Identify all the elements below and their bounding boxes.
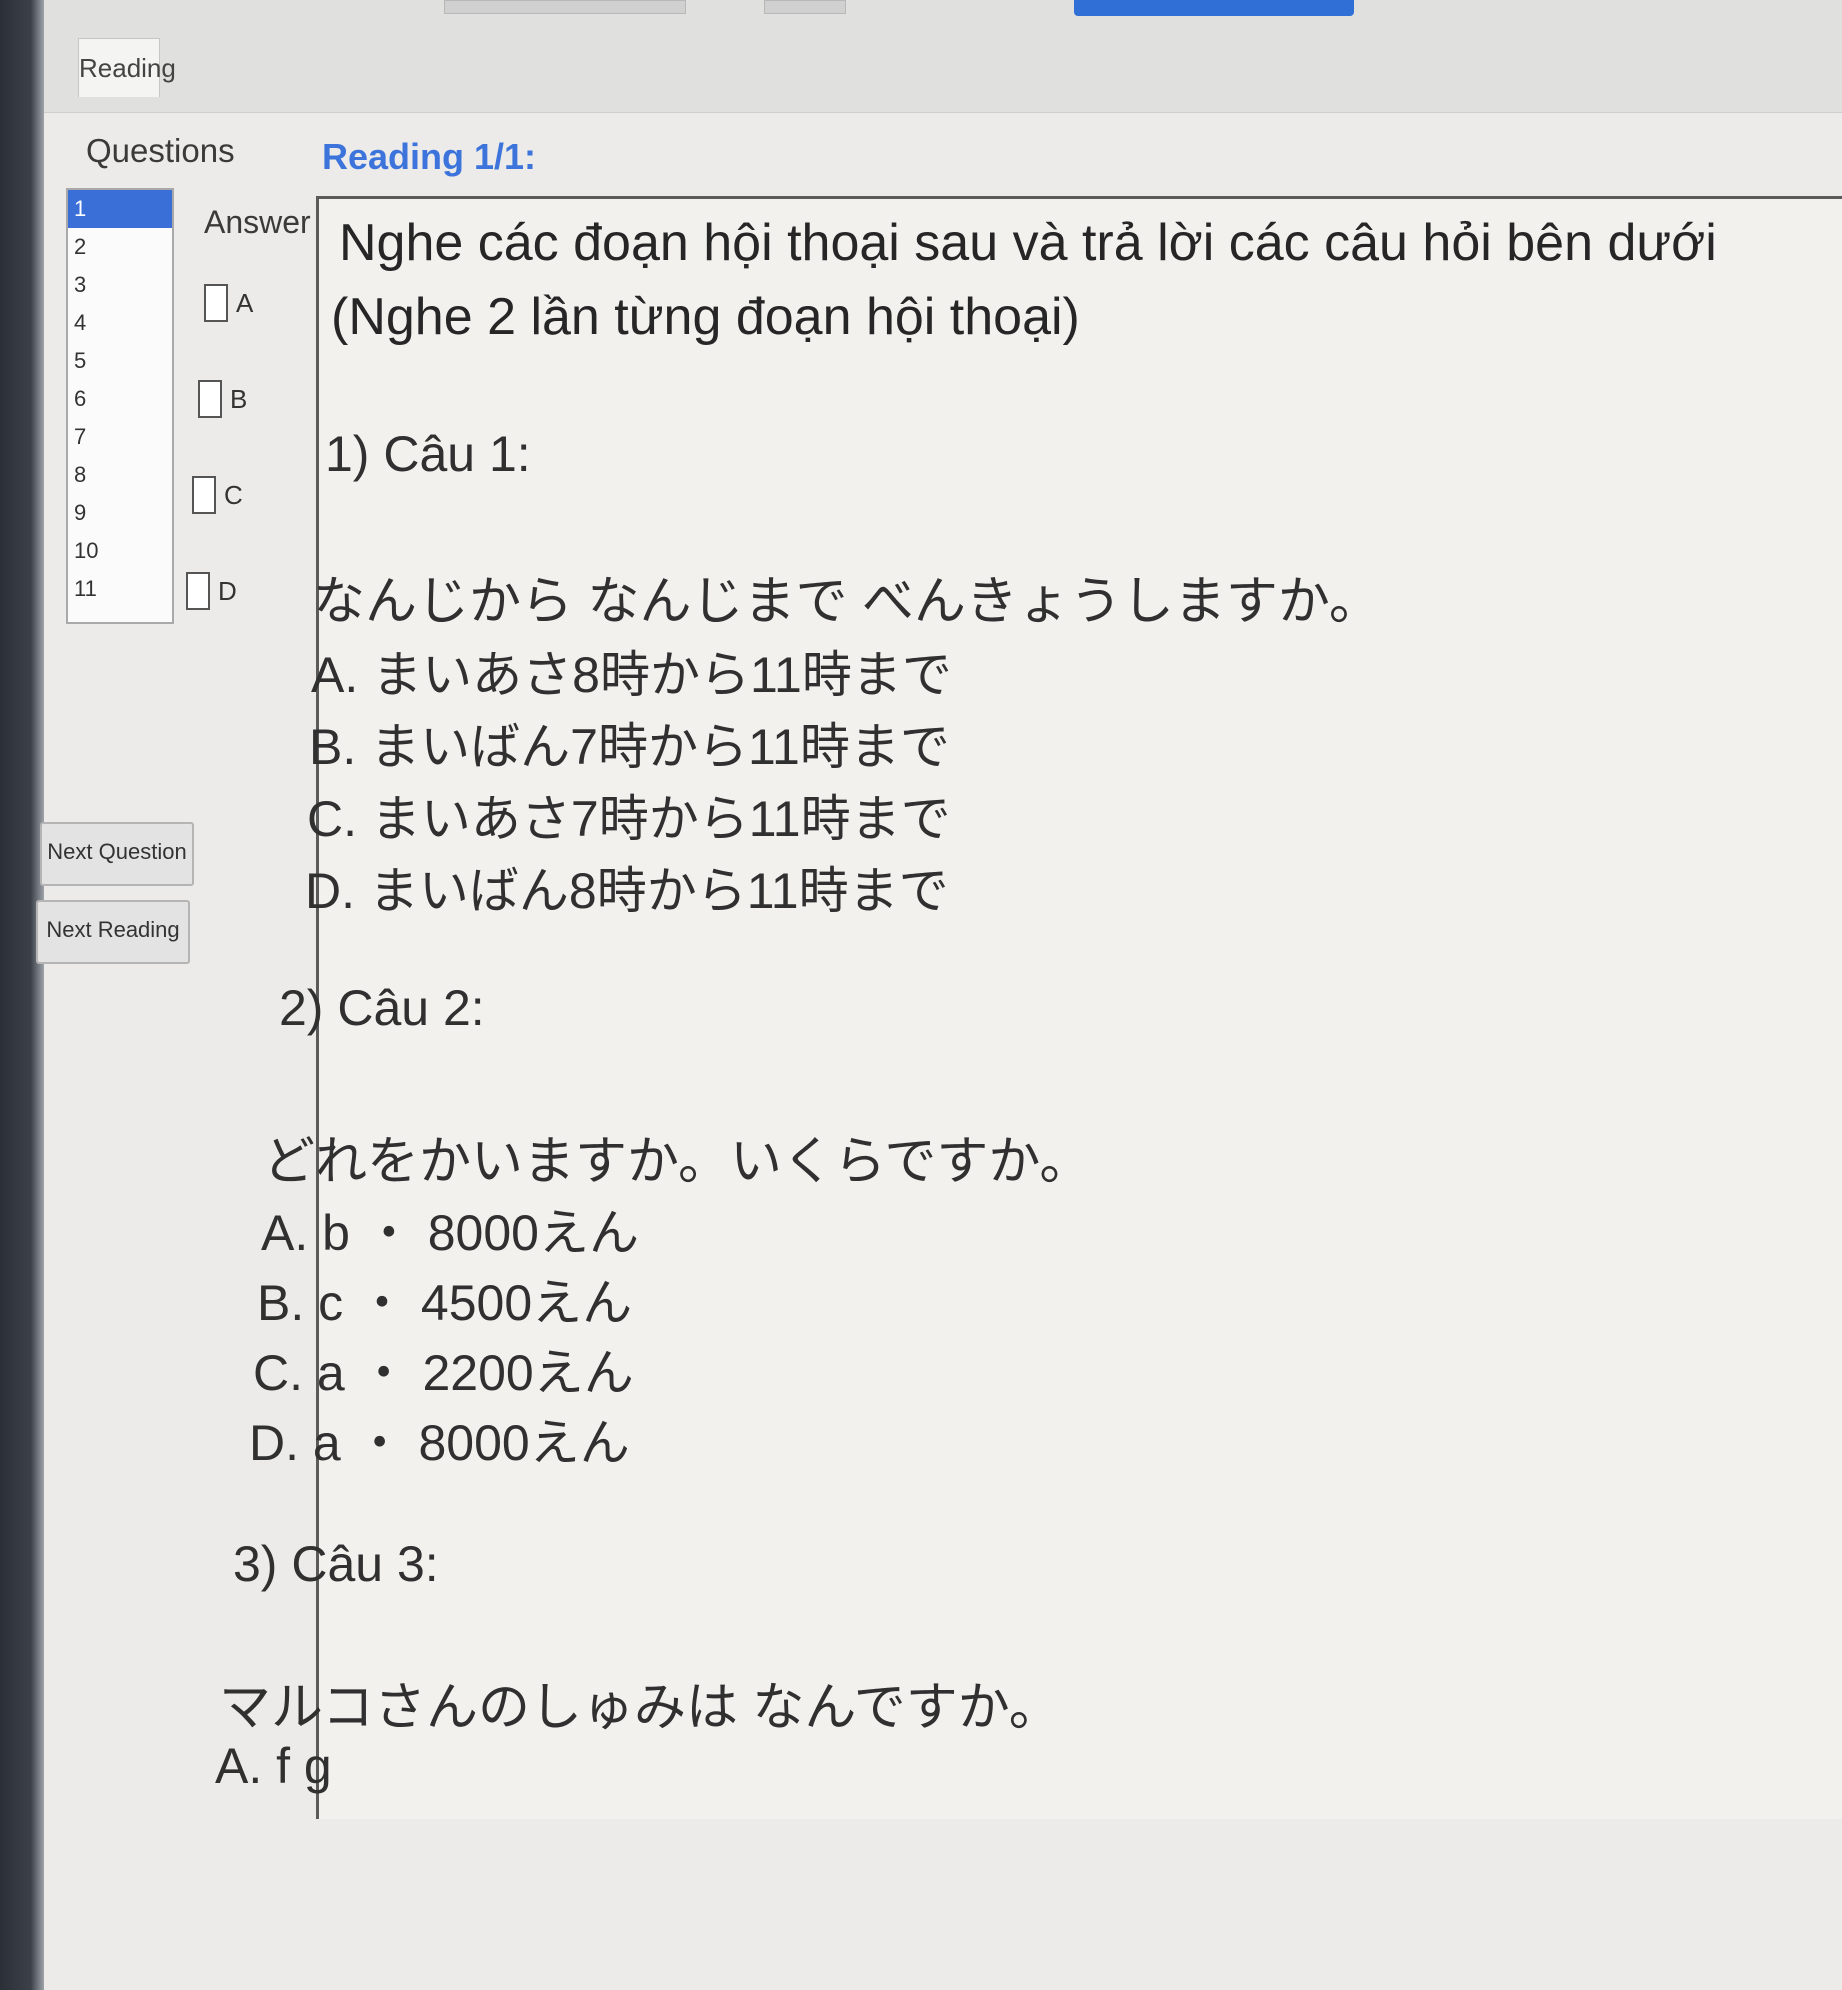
question-number-item[interactable]: 5: [68, 342, 172, 380]
next-question-button[interactable]: Next Question: [40, 822, 194, 886]
question-number-item[interactable]: 7: [68, 418, 172, 456]
question-number-item[interactable]: 6: [68, 380, 172, 418]
top-bar: [44, 0, 1842, 113]
question-option: B. まいばん7時から11時まで: [309, 719, 950, 775]
answer-option-b[interactable]: B: [198, 380, 247, 418]
checkbox[interactable]: [204, 284, 228, 322]
question-number-item[interactable]: 11: [68, 570, 172, 608]
question-number-item[interactable]: 10: [68, 532, 172, 570]
question-heading: 3) Câu 3:: [233, 1536, 439, 1592]
tab-reading[interactable]: Reading: [78, 38, 176, 97]
question-number-item[interactable]: 9: [68, 494, 172, 532]
question-option: B. c ・ 4500えん: [257, 1275, 633, 1331]
question-prompt: マルコさんのしゅみは なんですか。: [219, 1679, 1061, 1737]
question-prompt: なんじから なんじまで べんきょうしますか。: [313, 573, 1381, 631]
question-number-item[interactable]: 2: [68, 228, 172, 266]
question-option: D. a ・ 8000えん: [249, 1415, 630, 1471]
answer-option-label: C: [224, 479, 243, 510]
question-option: A. b ・ 8000えん: [261, 1205, 639, 1261]
question-heading: 1) Câu 1:: [325, 426, 531, 482]
next-reading-button[interactable]: Next Reading: [36, 900, 190, 964]
checkbox[interactable]: [198, 380, 222, 418]
answer-option-c[interactable]: C: [192, 476, 243, 514]
question-heading: 2) Câu 2:: [279, 980, 485, 1036]
answer-option-d[interactable]: D: [186, 572, 237, 610]
reading-title: Reading 1/1:: [322, 136, 537, 177]
question-number-item[interactable]: 3: [68, 266, 172, 304]
question-number-item[interactable]: 4: [68, 304, 172, 342]
answer-label: Answer: [204, 204, 311, 240]
question-option: A. f g: [215, 1738, 332, 1794]
top-button-fragment: [764, 0, 846, 14]
answer-option-label: A: [236, 287, 254, 318]
question-list[interactable]: 1 2 3 4 5 6 7 8 9 10 11: [66, 188, 174, 624]
question-option: C. まいあさ7時から11時まで: [307, 791, 951, 847]
reading-content: Nghe các đoạn hội thoại sau và trả lời c…: [215, 196, 1842, 1819]
logo-fragment: [1074, 0, 1354, 16]
answer-option-a[interactable]: A: [204, 284, 253, 322]
answer-option-label: B: [230, 383, 248, 414]
questions-label: Questions: [86, 132, 235, 169]
instruction-line-2: (Nghe 2 lần từng đoạn hội thoại): [331, 288, 1080, 346]
checkbox[interactable]: [192, 476, 216, 514]
answer-option-label: D: [218, 575, 237, 606]
question-option: D. まいばん8時から11時まで: [305, 863, 949, 919]
top-input-fragment: [444, 0, 686, 14]
question-number-item[interactable]: 8: [68, 456, 172, 494]
question-option: C. a ・ 2200えん: [253, 1345, 634, 1401]
question-prompt: どれをかいますか。いくらですか。: [263, 1133, 1092, 1191]
instruction-line-1: Nghe các đoạn hội thoại sau và trả lời c…: [339, 214, 1717, 272]
checkbox[interactable]: [186, 572, 210, 610]
question-number-item[interactable]: 1: [68, 190, 172, 228]
monitor-bezel: [0, 0, 44, 1990]
question-option: A. まいあさ8時から11時まで: [311, 647, 952, 703]
